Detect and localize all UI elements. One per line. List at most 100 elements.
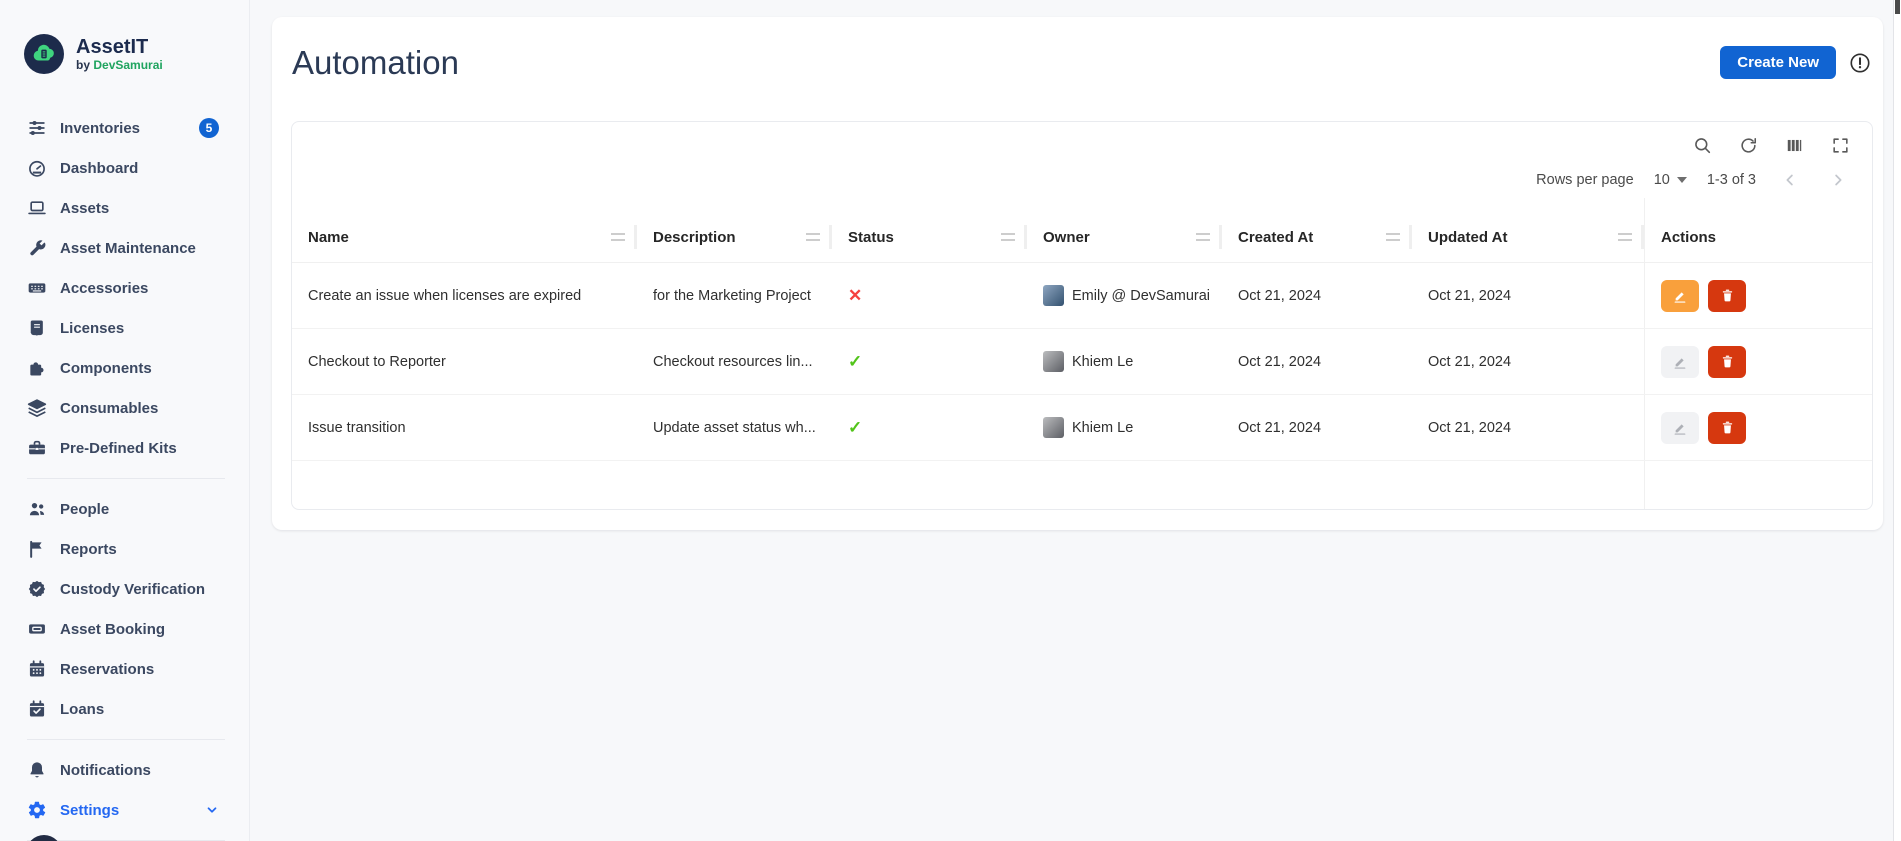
rows-per-page-label: Rows per page xyxy=(1536,172,1634,188)
column-header-status[interactable]: Status xyxy=(832,198,1027,262)
delete-button[interactable] xyxy=(1708,280,1746,312)
sidebar-item-components[interactable]: Components xyxy=(0,348,249,388)
delete-button[interactable] xyxy=(1708,412,1746,444)
cell-actions xyxy=(1644,395,1872,460)
column-header-description[interactable]: Description xyxy=(637,198,832,262)
scrollbar-thumb[interactable] xyxy=(1895,0,1900,14)
page-title: Automation xyxy=(292,43,459,83)
cell-updated-at: Oct 21, 2024 xyxy=(1412,263,1644,328)
column-resize-handle[interactable] xyxy=(1001,212,1027,262)
sidebar-item-settings[interactable]: Settings xyxy=(0,790,249,830)
sidebar-item-label: Consumables xyxy=(60,400,158,417)
flag-icon xyxy=(27,539,47,559)
chevron-down-icon xyxy=(205,803,219,817)
sidebar-item-asset-maintenance[interactable]: Asset Maintenance xyxy=(0,228,249,268)
table-toolbar xyxy=(292,122,1872,162)
status-icon: ✓ xyxy=(848,352,862,372)
column-header-updated-at[interactable]: Updated At xyxy=(1412,198,1644,262)
sidebar-item-label: Custody Verification xyxy=(60,581,205,598)
owner-avatar xyxy=(1043,285,1064,306)
cell-name: Create an issue when licenses are expire… xyxy=(292,263,637,328)
column-header-name[interactable]: Name xyxy=(292,198,637,262)
sidebar-item-asset-booking[interactable]: Asset Booking xyxy=(0,609,249,649)
column-header-owner[interactable]: Owner xyxy=(1027,198,1222,262)
license-icon xyxy=(27,318,47,338)
cell-updated-at: Oct 21, 2024 xyxy=(1412,395,1644,460)
cell-description: Update asset status wh... xyxy=(637,395,832,460)
sidebar-item-pre-defined-kits[interactable]: Pre-Defined Kits xyxy=(0,428,249,468)
sidebar-item-label: Asset Maintenance xyxy=(60,240,196,257)
laptop-icon xyxy=(27,198,47,218)
next-page-button[interactable] xyxy=(1824,166,1852,194)
sliders-icon xyxy=(27,118,47,138)
cell-status: ✕ xyxy=(832,263,1027,328)
reload-icon[interactable] xyxy=(1738,135,1758,155)
sidebar-item-people[interactable]: People xyxy=(0,489,249,529)
sidebar-item-reports[interactable]: Reports xyxy=(0,529,249,569)
edit-button[interactable] xyxy=(1661,346,1699,378)
cell-description: Checkout resources lin... xyxy=(637,329,832,394)
sidebar-item-consumables[interactable]: Consumables xyxy=(0,388,249,428)
ticket-icon xyxy=(27,619,47,639)
sidebar-item-label: Pre-Defined Kits xyxy=(60,440,177,457)
fullscreen-icon[interactable] xyxy=(1830,135,1850,155)
sidebar-item-loans[interactable]: Loans xyxy=(0,689,249,729)
info-icon[interactable] xyxy=(1848,51,1872,75)
cell-name: Issue transition xyxy=(292,395,637,460)
previous-page-button[interactable] xyxy=(1776,166,1804,194)
owner-name: Emily @ DevSamurai xyxy=(1072,288,1210,304)
cell-status: ✓ xyxy=(832,395,1027,460)
sidebar-item-assets[interactable]: Assets xyxy=(0,188,249,228)
column-resize-handle[interactable] xyxy=(1618,212,1644,262)
puzzle-icon xyxy=(27,358,47,378)
scrollbar-track[interactable] xyxy=(1893,0,1901,841)
cell-owner: Emily @ DevSamurai xyxy=(1027,263,1222,328)
table-row[interactable]: Checkout to Reporter Checkout resources … xyxy=(292,329,1872,395)
table-header-row: Name Description Status Owner Created At… xyxy=(292,198,1872,263)
sidebar-item-licenses[interactable]: Licenses xyxy=(0,308,249,348)
cell-owner: Khiem Le xyxy=(1027,329,1222,394)
cell-created-at: Oct 21, 2024 xyxy=(1222,329,1412,394)
sidebar-item-label: Notifications xyxy=(60,762,151,779)
app-title: AssetIT xyxy=(76,36,163,58)
layers-icon xyxy=(27,398,47,418)
cell-status: ✓ xyxy=(832,329,1027,394)
page-size-select[interactable]: 10 xyxy=(1654,172,1687,188)
column-header-created-at[interactable]: Created At xyxy=(1222,198,1412,262)
owner-name: Khiem Le xyxy=(1072,420,1133,436)
gauge-icon xyxy=(27,158,47,178)
column-resize-handle[interactable] xyxy=(1196,212,1222,262)
create-new-button[interactable]: Create New xyxy=(1720,46,1836,79)
edit-button[interactable] xyxy=(1661,280,1699,312)
table-footer-row xyxy=(292,461,1872,510)
search-icon[interactable] xyxy=(1692,135,1712,155)
sidebar-item-accessories[interactable]: Accessories xyxy=(0,268,249,308)
status-icon: ✓ xyxy=(848,418,862,438)
columns-icon[interactable] xyxy=(1784,135,1804,155)
calendar-check-icon xyxy=(27,699,47,719)
owner-name: Khiem Le xyxy=(1072,354,1133,370)
brand[interactable]: AssetIT by DevSamurai xyxy=(0,0,249,82)
cell-description: for the Marketing Project xyxy=(637,263,832,328)
sidebar-item-inventories[interactable]: Inventories 5 xyxy=(0,108,249,148)
edit-button[interactable] xyxy=(1661,412,1699,444)
delete-button[interactable] xyxy=(1708,346,1746,378)
sidebar-item-reservations[interactable]: Reservations xyxy=(0,649,249,689)
app-byline: by DevSamurai xyxy=(76,58,163,72)
column-resize-handle[interactable] xyxy=(1386,212,1412,262)
table-row[interactable]: Create an issue when licenses are expire… xyxy=(292,263,1872,329)
sidebar-item-custody-verification[interactable]: Custody Verification xyxy=(0,569,249,609)
sidebar-item-label: Reports xyxy=(60,541,117,558)
sidebar-item-dashboard[interactable]: Dashboard xyxy=(0,148,249,188)
table-row[interactable]: Issue transition Update asset status wh.… xyxy=(292,395,1872,461)
sidebar-item-label: Inventories xyxy=(60,120,140,137)
sidebar: AssetIT by DevSamurai Inventories 5 Dash… xyxy=(0,0,250,841)
cell-actions xyxy=(1644,263,1872,328)
owner-avatar xyxy=(1043,351,1064,372)
column-resize-handle[interactable] xyxy=(806,212,832,262)
app-root: AssetIT by DevSamurai Inventories 5 Dash… xyxy=(0,0,1901,841)
cell-created-at: Oct 21, 2024 xyxy=(1222,395,1412,460)
sidebar-item-notifications[interactable]: Notifications xyxy=(0,750,249,790)
column-resize-handle[interactable] xyxy=(611,212,637,262)
cell-actions xyxy=(1644,329,1872,394)
